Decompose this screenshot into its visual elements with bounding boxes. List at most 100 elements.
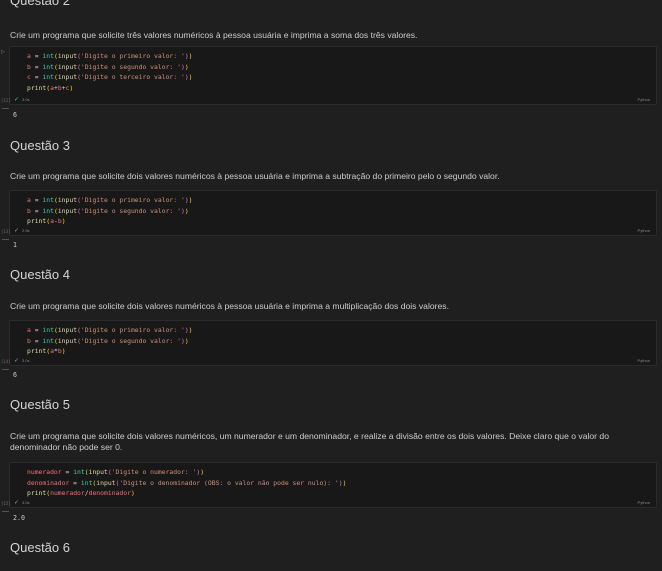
code-line[interactable]: print(a+b+c) (27, 83, 193, 94)
language-label[interactable]: Python (638, 358, 650, 363)
cell-status-bar: ✓ 2.9s Python (10, 226, 656, 235)
code-token: = (30, 62, 43, 71)
code-token: numerador (50, 489, 85, 498)
execution-count: [12] (1, 98, 11, 103)
execution-count: [15] (1, 501, 11, 506)
scrollbar[interactable] (657, 0, 662, 571)
code-cell[interactable]: numerador = int(input('Digite o numerado… (9, 462, 657, 508)
code-token: input (88, 468, 108, 476)
code-token: ) (61, 347, 66, 356)
execution-time: 3.0s (22, 97, 30, 102)
cell-status-bar: ✓ 3.0s Python (10, 95, 656, 104)
code-token: 'Digite o primeiro valor: ' (80, 52, 185, 60)
code-token: = (30, 326, 43, 334)
code-line[interactable]: a = int(input('Digite o primeiro valor: … (27, 51, 193, 62)
code-token: int (73, 468, 85, 476)
code-line[interactable]: numerador = int(input('Digite o numerado… (27, 467, 346, 478)
code-token: denominador (88, 489, 131, 498)
code-token: 'Digite o segundo valor: ' (80, 206, 181, 215)
code-token: ) (61, 217, 66, 226)
check-icon: ✓ (14, 228, 20, 234)
cell-output: 1 (13, 241, 17, 249)
code-token: ) (342, 478, 347, 487)
code-token: ) (188, 52, 193, 60)
execution-count: [13] (1, 229, 11, 234)
language-label[interactable]: Python (638, 500, 650, 505)
code-token: 'Digite o denominador (OBS: o valor não … (119, 478, 339, 487)
question-heading: Questão 2 (10, 0, 70, 8)
code-token: 'Digite o segundo valor: ' (80, 336, 181, 345)
run-cell-icon[interactable]: ▷ (1, 49, 5, 55)
code-token: print (27, 217, 47, 226)
code-token: input (57, 62, 78, 71)
code-token: = (30, 73, 43, 82)
code-editor[interactable]: numerador = int(input('Digite o numerado… (27, 467, 346, 499)
code-token: ) (200, 468, 205, 476)
code-token: numerador (27, 468, 62, 476)
code-token: = (30, 196, 43, 204)
code-line[interactable]: a = int(input('Digite o primeiro valor: … (27, 325, 193, 336)
language-label[interactable]: Python (638, 228, 650, 233)
question-heading: Questão 5 (10, 397, 70, 412)
code-token: 'Digite o primeiro valor: ' (80, 326, 185, 334)
question-heading: Questão 4 (10, 267, 70, 282)
code-line[interactable]: a = int(input('Digite o primeiro valor: … (27, 195, 193, 206)
code-token: input (96, 478, 116, 487)
code-token: int (80, 478, 93, 487)
question-description: Crie um programa que solicite dois valor… (10, 171, 500, 181)
code-token: input (57, 336, 78, 345)
code-token: = (61, 468, 74, 476)
code-token: ) (184, 62, 189, 71)
code-editor[interactable]: a = int(input('Digite o primeiro valor: … (27, 51, 193, 93)
language-label[interactable]: Python (638, 97, 650, 102)
output-collapse-icon[interactable]: — (2, 105, 9, 112)
code-cell[interactable]: a = int(input('Digite o primeiro valor: … (9, 320, 657, 366)
question-description: Crie um programa que solicite dois valor… (10, 431, 609, 452)
code-cell[interactable]: a = int(input('Digite o primeiro valor: … (9, 46, 657, 105)
cell-output: 6 (13, 111, 17, 119)
code-token: ) (188, 326, 193, 334)
code-cell[interactable]: a = int(input('Digite o primeiro valor: … (9, 190, 657, 236)
code-token: int (42, 196, 54, 204)
check-icon: ✓ (14, 500, 20, 506)
code-line[interactable]: b = int(input('Digite o segundo valor: '… (27, 62, 193, 73)
code-token: input (57, 326, 78, 334)
code-token: denominador (27, 478, 70, 487)
code-token: = (30, 206, 43, 215)
code-token: 'Digite o primeiro valor: ' (80, 196, 185, 204)
output-collapse-icon[interactable]: — (2, 508, 9, 515)
execution-time: 2.9s (22, 228, 30, 233)
cell-status-bar: ✓ 3.0s Python (10, 356, 656, 365)
code-line[interactable]: b = int(input('Digite o segundo valor: '… (27, 206, 193, 217)
code-token: int (42, 336, 54, 345)
check-icon: ✓ (14, 97, 20, 103)
code-token: = (69, 478, 81, 487)
check-icon: ✓ (14, 358, 20, 364)
code-token: ) (188, 196, 193, 204)
code-editor[interactable]: a = int(input('Digite o primeiro valor: … (27, 195, 193, 227)
execution-time: 3.0s (22, 358, 30, 363)
code-token: int (42, 52, 54, 60)
code-token: ) (184, 336, 189, 345)
question-heading: Questão 6 (10, 540, 70, 555)
code-token: int (42, 206, 54, 215)
code-token: 'Digite o numerador: ' (111, 468, 197, 476)
code-token: print (27, 83, 47, 92)
code-line[interactable]: c = int(input('Digite o terceiro valor: … (27, 72, 193, 83)
code-token: = (30, 52, 43, 60)
code-token: print (27, 489, 47, 498)
execution-count: [14] (1, 359, 11, 364)
code-editor[interactable]: a = int(input('Digite o primeiro valor: … (27, 325, 193, 357)
code-token: int (42, 326, 54, 334)
code-token: ) (184, 206, 189, 215)
code-token: print (27, 347, 47, 356)
code-line[interactable]: b = int(input('Digite o segundo valor: '… (27, 336, 193, 347)
code-token: ) (188, 73, 193, 82)
code-token: input (57, 73, 78, 82)
code-token: input (57, 206, 78, 215)
code-line[interactable]: denominador = int(input('Digite o denomi… (27, 478, 346, 489)
code-token: input (57, 52, 78, 60)
output-collapse-icon[interactable]: — (2, 236, 9, 243)
cell-output: 2.0 (13, 514, 25, 522)
output-collapse-icon[interactable]: — (2, 366, 9, 373)
